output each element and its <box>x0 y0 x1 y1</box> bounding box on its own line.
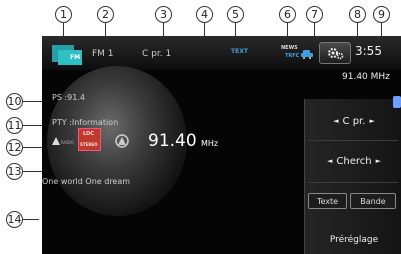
callout-14: 14 <box>6 211 23 228</box>
callout-11: 11 <box>6 117 23 134</box>
ps-info: PS :91.4 <box>52 93 85 102</box>
clock: 3:55 <box>355 44 382 58</box>
callout-10: 10 <box>6 93 23 110</box>
band-button[interactable]: Bande <box>350 193 396 209</box>
right-arrow-icon: ► <box>369 117 375 125</box>
frequency-unit: MHz <box>201 139 219 148</box>
radio-badge: RADIO <box>61 140 74 145</box>
callout-6: 6 <box>279 6 296 23</box>
callout-13: 13 <box>6 163 23 180</box>
callout-4: 4 <box>196 6 213 23</box>
traffic-car-icon <box>301 50 313 59</box>
right-arrow-icon: ► <box>375 157 381 165</box>
preset-indicator: C pr. 1 <box>142 49 172 59</box>
callout-2: 2 <box>97 6 114 23</box>
signal-strength-icon <box>115 134 129 148</box>
search-button[interactable]: ◄ Cherch ► <box>312 146 396 176</box>
scroll-indicator[interactable] <box>393 96 401 108</box>
radio-screen: FM FM 1 C pr. 1 TEXT NEWS TRFC 3:55 91.4… <box>42 36 401 254</box>
frequency-large: 91.40 <box>148 131 197 151</box>
left-arrow-icon: ◄ <box>333 117 339 125</box>
text-button[interactable]: Texte <box>308 193 347 209</box>
left-arrow-icon: ◄ <box>327 157 333 165</box>
radio-text: One world One dream <box>42 177 131 186</box>
callout-8: 8 <box>349 6 366 23</box>
pty-info: PTY :Information <box>52 118 119 127</box>
text-indicator: TEXT <box>231 48 248 55</box>
antenna-radio-icon: RADIO <box>52 137 74 145</box>
local-badge: LOC <box>83 131 94 137</box>
news-indicator: NEWS <box>281 45 298 51</box>
stereo-label: STEREO <box>80 142 98 147</box>
callout-3: 3 <box>155 6 172 23</box>
band-indicator: FM 1 <box>92 49 114 59</box>
callout-5: 5 <box>227 6 244 23</box>
settings-button[interactable] <box>319 42 351 64</box>
callout-1: 1 <box>55 6 72 23</box>
gear-icon <box>328 48 344 60</box>
preset-list-button[interactable]: Préréglage <box>312 231 396 249</box>
frequency-small: 91.40 MHz <box>342 72 390 82</box>
source-icon-label: FM <box>70 54 81 61</box>
source-icon-button[interactable]: FM <box>52 41 82 65</box>
search-button-label: Cherch <box>336 155 372 167</box>
stereo-badge: LOC STEREO <box>78 128 101 151</box>
callout-9: 9 <box>373 6 390 23</box>
trfc-indicator: TRFC <box>285 53 300 59</box>
preset-button-label: C pr. <box>342 115 366 127</box>
callout-7: 7 <box>306 6 323 23</box>
preset-prev-next-button[interactable]: ◄ C pr. ► <box>312 106 396 136</box>
callout-12: 12 <box>6 139 23 156</box>
